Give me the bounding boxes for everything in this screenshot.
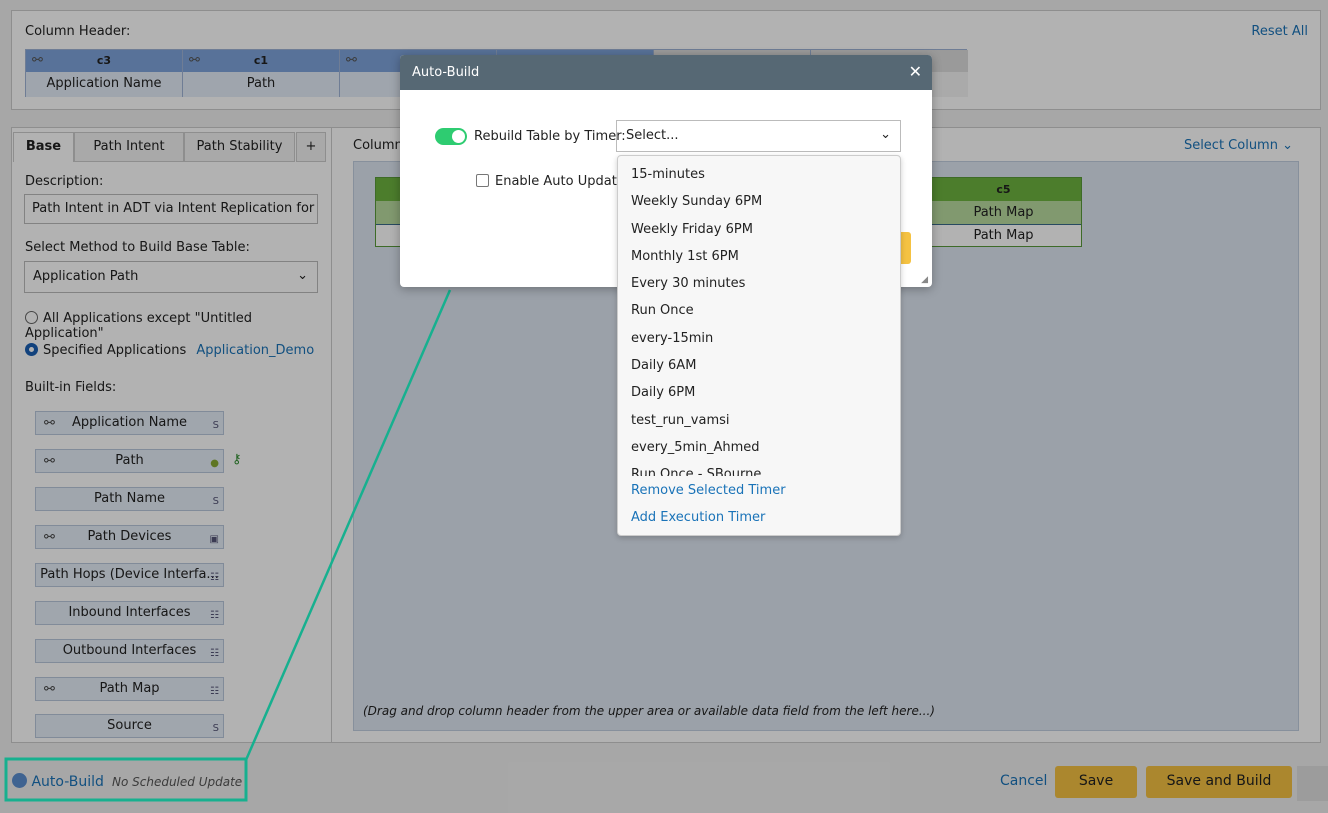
timer-option[interactable]: 15-minutes <box>618 161 900 188</box>
rebuild-label: Rebuild Table by Timer: <box>474 129 626 144</box>
timer-dropdown: 15-minutes Weekly Sunday 6PM Weekly Frid… <box>617 155 901 536</box>
timer-option[interactable]: test_run_vamsi <box>618 407 900 434</box>
timer-option[interactable]: Daily 6AM <box>618 352 900 379</box>
close-icon[interactable]: ✕ <box>909 62 922 81</box>
annotation-line <box>244 289 452 761</box>
timer-options-list[interactable]: 15-minutes Weekly Sunday 6PM Weekly Frid… <box>618 156 900 476</box>
timer-select-value: Select... <box>626 128 679 143</box>
timer-option[interactable]: every-15min <box>618 325 900 352</box>
add-execution-timer-link[interactable]: Add Execution Timer <box>631 510 765 525</box>
annotation-box <box>4 757 248 802</box>
resize-handle-icon[interactable]: ◢ <box>921 275 928 285</box>
chevron-down-icon: ⌄ <box>880 127 891 142</box>
rebuild-timer-toggle[interactable] <box>435 128 467 145</box>
timer-option[interactable]: Monthly 1st 6PM <box>618 243 900 270</box>
timer-option[interactable]: every_5min_Ahmed <box>618 434 900 461</box>
timer-option[interactable]: Run Once - SBourne <box>618 461 900 476</box>
timer-option[interactable]: Weekly Friday 6PM <box>618 216 900 243</box>
timer-select[interactable]: Select... ⌄ <box>616 120 901 152</box>
auto-update-checkbox[interactable]: Enable Auto Update <box>476 174 625 189</box>
timer-option[interactable]: Run Once <box>618 297 900 324</box>
timer-option[interactable]: Daily 6PM <box>618 379 900 406</box>
toggle-knob <box>452 130 465 143</box>
remove-selected-timer-link[interactable]: Remove Selected Timer <box>631 483 786 498</box>
timer-option[interactable]: Every 30 minutes <box>618 270 900 297</box>
checkbox-icon <box>476 174 489 187</box>
timer-option[interactable]: Weekly Sunday 6PM <box>618 188 900 215</box>
dialog-title: Auto-Build <box>400 55 932 90</box>
